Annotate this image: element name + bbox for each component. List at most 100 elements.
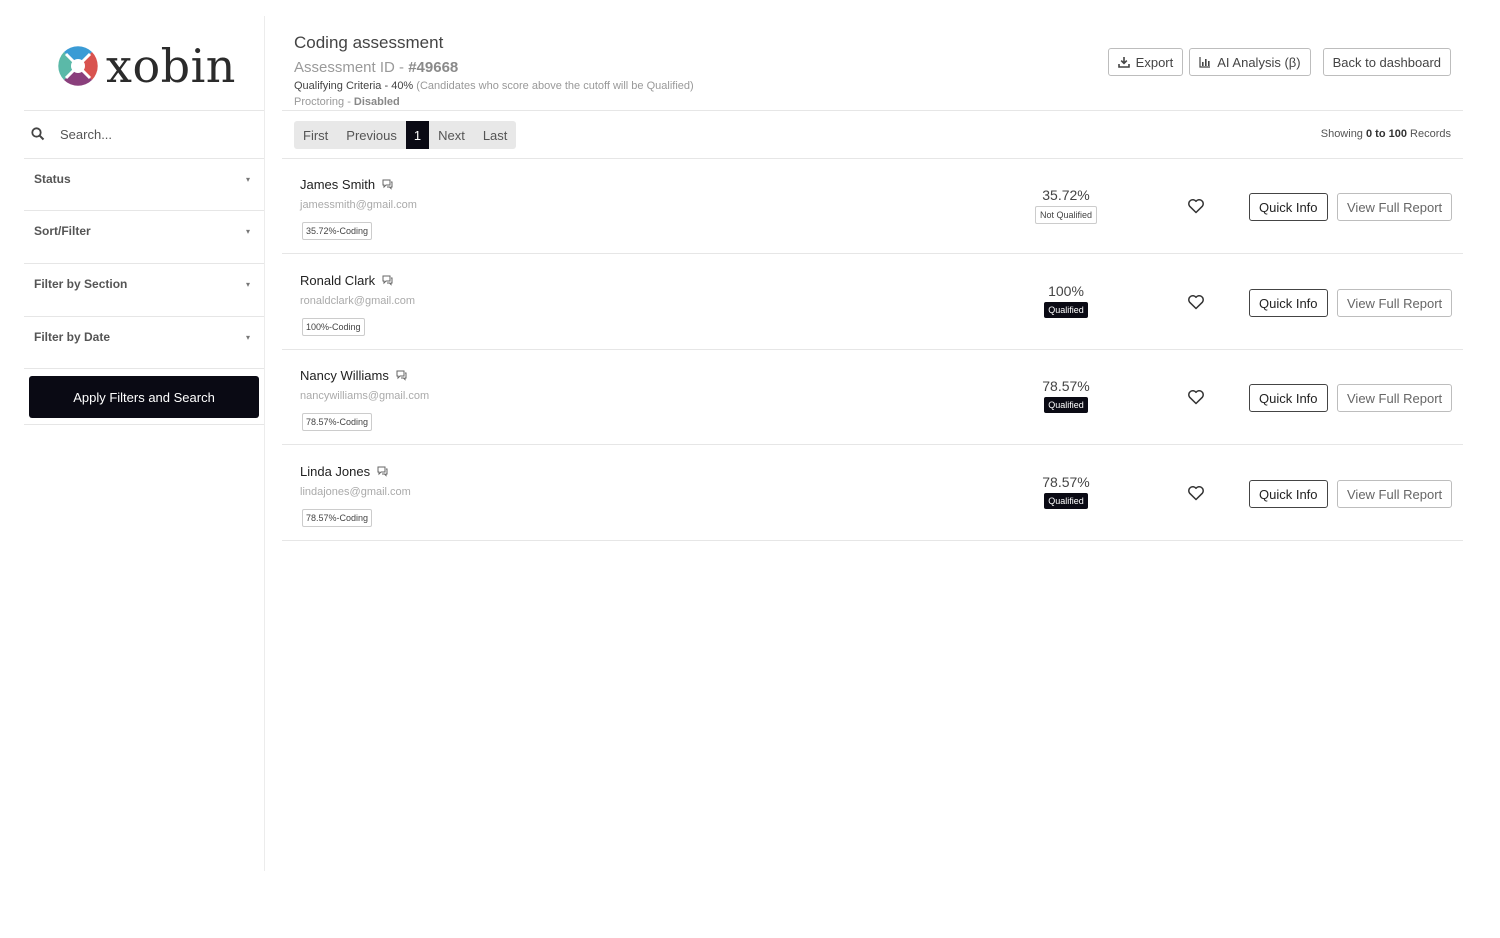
xobin-logo-icon <box>58 46 98 86</box>
filter-status[interactable]: Status ▾ <box>24 153 264 205</box>
quick-info-button[interactable]: Quick Info <box>1249 384 1328 412</box>
heart-icon[interactable] <box>1187 197 1205 215</box>
chat-icon <box>382 179 393 190</box>
section-score-tag: 35.72%-Coding <box>302 222 373 240</box>
divider <box>282 444 1463 445</box>
page-current[interactable]: 1 <box>405 121 430 149</box>
ai-analysis-label: AI Analysis (β) <box>1217 54 1301 70</box>
apply-filters-button[interactable]: Apply Filters and Search <box>29 376 259 418</box>
pagination: First Previous 1 Next Last <box>294 121 517 149</box>
filter-date[interactable]: Filter by Date ▾ <box>24 311 264 363</box>
record-count: Showing 0 to 100 Records <box>1321 128 1451 140</box>
proctoring-status: Proctoring - Disabled <box>294 96 694 108</box>
search-input[interactable] <box>60 126 240 142</box>
page-next[interactable]: Next <box>429 121 474 149</box>
candidate-email: nancywilliams@gmail.com <box>300 390 430 402</box>
candidate-row: James Smith jamessmith@gmail.com 35.72%-… <box>282 159 1463 254</box>
candidate-score: 78.57% Qualified <box>1022 474 1110 509</box>
search-box <box>24 112 264 156</box>
showing-prefix: Showing <box>1320 128 1363 140</box>
showing-suffix: Records <box>1410 128 1451 140</box>
export-button[interactable]: Export <box>1107 48 1184 76</box>
download-icon <box>1117 57 1130 68</box>
filter-label: Filter by Section <box>34 277 128 291</box>
chat-icon <box>382 275 393 286</box>
showing-range: 0 to 100 <box>1366 128 1407 140</box>
section-score-tag: 78.57%-Coding <box>302 413 373 431</box>
chevron-down-icon: ▾ <box>245 279 250 289</box>
assessment-id-value: #49668 <box>408 59 459 76</box>
search-icon <box>31 127 45 141</box>
status-badge: Not Qualified <box>1034 206 1098 224</box>
view-full-report-button[interactable]: View Full Report <box>1337 384 1453 412</box>
filter-label: Sort/Filter <box>34 224 91 238</box>
divider <box>282 540 1463 541</box>
status-badge: Qualified <box>1044 493 1088 509</box>
criteria-hint: (Candidates who score above the cutoff w… <box>416 80 694 92</box>
divider <box>24 368 264 369</box>
candidate-row: Nancy Williams nancywilliams@gmail.com 7… <box>282 350 1463 445</box>
page-previous[interactable]: Previous <box>337 121 406 149</box>
export-label: Export <box>1135 54 1174 70</box>
criteria-label: Qualifying Criteria - 40% <box>294 80 414 92</box>
qualifying-criteria: Qualifying Criteria - 40% (Candidates wh… <box>294 80 694 92</box>
candidate-email: jamessmith@gmail.com <box>300 199 417 211</box>
chevron-down-icon: ▾ <box>245 174 250 184</box>
section-score-tag: 78.57%-Coding <box>302 509 373 527</box>
score-percent: 78.57% <box>1042 474 1090 490</box>
quick-info-button[interactable]: Quick Info <box>1249 480 1328 508</box>
filter-label: Filter by Date <box>34 330 111 344</box>
assessment-id-label: Assessment ID - <box>294 59 409 76</box>
filter-section[interactable]: Filter by Section ▾ <box>24 258 264 310</box>
back-to-dashboard-button[interactable]: Back to dashboard <box>1322 48 1451 76</box>
page-first[interactable]: First <box>294 121 337 149</box>
view-full-report-button[interactable]: View Full Report <box>1337 289 1453 317</box>
divider <box>282 253 1463 254</box>
candidate-row: Ronald Clark ronaldclark@gmail.com 100%-… <box>282 255 1463 350</box>
proctoring-label: Proctoring - <box>294 96 354 108</box>
section-score-tag: 100%-Coding <box>302 318 365 336</box>
divider <box>24 424 264 425</box>
score-percent: 78.57% <box>1042 378 1090 394</box>
chat-icon <box>396 370 407 381</box>
candidate-row: Linda Jones lindajones@gmail.com 78.57%-… <box>282 446 1463 541</box>
chevron-down-icon: ▾ <box>245 226 250 236</box>
proctoring-value: Disabled <box>353 96 400 108</box>
assessment-id: Assessment ID - #49668 <box>294 59 694 76</box>
status-badge: Qualified <box>1044 302 1088 318</box>
quick-info-button[interactable]: Quick Info <box>1249 289 1328 317</box>
status-badge: Qualified <box>1044 397 1088 413</box>
divider <box>24 110 264 111</box>
heart-icon[interactable] <box>1187 484 1205 502</box>
view-full-report-button[interactable]: View Full Report <box>1337 480 1453 508</box>
candidate-email: lindajones@gmail.com <box>300 486 411 498</box>
candidate-name[interactable]: Nancy Williams <box>300 368 407 383</box>
candidate-name-text: Linda Jones <box>300 464 371 479</box>
brand-name: xobin <box>106 39 236 93</box>
candidate-email: ronaldclark@gmail.com <box>300 295 416 307</box>
divider <box>282 110 1463 111</box>
ai-analysis-button[interactable]: AI Analysis (β) <box>1189 48 1311 76</box>
candidate-score: 78.57% Qualified <box>1022 378 1110 413</box>
heart-icon[interactable] <box>1187 388 1205 406</box>
candidate-score: 35.72% Not Qualified <box>1022 187 1110 224</box>
score-percent: 35.72% <box>1042 187 1090 203</box>
candidate-name-text: Ronald Clark <box>300 273 376 288</box>
header-actions: Export AI Analysis (β) Back to dashboard <box>1107 48 1451 76</box>
candidate-name-text: James Smith <box>300 177 376 192</box>
candidate-name[interactable]: James Smith <box>300 177 393 192</box>
score-percent: 100% <box>1048 283 1084 299</box>
chat-icon <box>377 466 388 477</box>
filter-sort[interactable]: Sort/Filter ▾ <box>24 205 264 257</box>
quick-info-button[interactable]: Quick Info <box>1249 193 1328 221</box>
heart-icon[interactable] <box>1187 293 1205 311</box>
sidebar: xobin Status ▾ Sort/Filter ▾ Filter by S… <box>24 16 265 871</box>
candidate-name[interactable]: Ronald Clark <box>300 273 393 288</box>
bar-chart-icon <box>1199 57 1211 68</box>
candidate-name[interactable]: Linda Jones <box>300 464 388 479</box>
page-title: Coding assessment <box>294 33 444 52</box>
view-full-report-button[interactable]: View Full Report <box>1337 193 1453 221</box>
brand-logo[interactable]: xobin <box>58 41 236 91</box>
candidate-score: 100% Qualified <box>1022 283 1110 318</box>
page-last[interactable]: Last <box>474 121 517 149</box>
